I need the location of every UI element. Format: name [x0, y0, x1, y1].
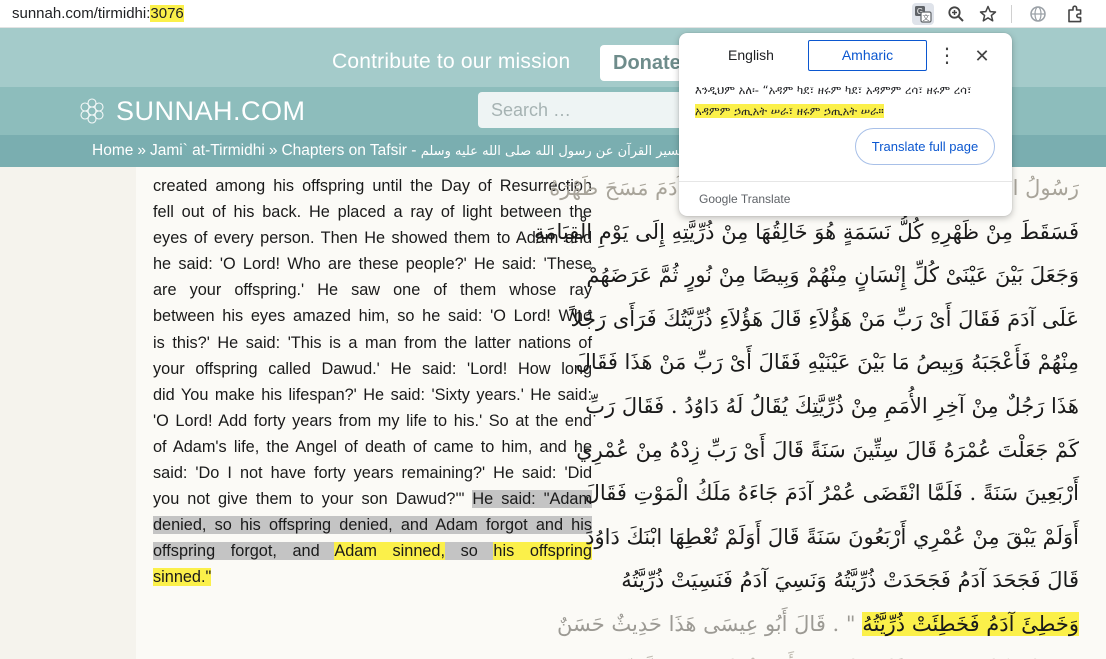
translate-footer: Google Translate [679, 181, 1012, 216]
more-options-icon[interactable]: ⋮ [937, 45, 957, 67]
extensions-icon[interactable] [1064, 3, 1086, 25]
arabic-line: وَجَعَلَ بَيْنَ عَيْنَىْ كُلِّ إِنْسَانٍ… [586, 263, 1079, 288]
globe-icon[interactable] [1027, 3, 1049, 25]
breadcrumb-separator: » [268, 142, 278, 159]
highlighted-text-span: sinned." [153, 568, 212, 587]
toolbar-divider [1011, 5, 1012, 23]
url-hadith-number: 3076 [150, 5, 184, 22]
breadcrumb: Home» Jami` at-Tirmidhi» Chapters on Tafsi… [92, 142, 705, 160]
selected-text-span: so [445, 542, 494, 561]
selected-text-span: denied, so his offspring denied, and Ada… [153, 516, 592, 535]
zoom-icon[interactable] [945, 3, 967, 25]
english-line: eyes of every person. Then He showed the… [153, 229, 592, 248]
english-line: said: 'Do I not have forty years remaini… [153, 464, 592, 483]
selected-text-span: He said: "Adam [472, 490, 593, 509]
breadcrumb-chapter[interactable]: Chapters on Tafsir - [281, 142, 420, 159]
address-bar-url[interactable]: sunnah.com/tirmidhi:3076 [12, 4, 184, 24]
arabic-line: أَوَلَمْ يَبْقَ مِنْ عُمْرِي أَرْبَعُونَ… [585, 524, 1079, 549]
english-line: of Adam's life, the Angel of death of ca… [153, 437, 592, 456]
selected-text-span: offspring forgot, and [153, 542, 335, 561]
highlighted-text-span: Adam sinned, [334, 542, 446, 561]
arabic-line: قَالَ فَجَحَدَ آدَمُ فَجَحَدَتْ ذُرِّيَّ… [621, 568, 1079, 593]
english-line: 'O Lord! Add forty years from my life to… [153, 411, 592, 430]
search-input[interactable]: Search … [478, 92, 698, 128]
arabic-line: كَمْ جَعَلْتَ عُمْرَهُ قَالَ سِتِّينَ سَ… [576, 437, 1079, 462]
arabic-text-span: " . قَالَ أَبُو عِيسَى هَذَا حَدِيثٌ حَس… [557, 611, 863, 636]
english-line: between his eyes amazed him, so he said:… [153, 307, 592, 326]
english-hadith-text: created among his offspring until the Da… [153, 173, 593, 591]
arabic-line: فَسَقَطَ مِنْ ظَهْرِهِ كُلُّ نَسَمَةٍ هُ… [534, 219, 1079, 244]
svg-text:文: 文 [923, 13, 930, 22]
mission-text: Contribute to our mission [332, 50, 571, 73]
arabic-line: عَلَى آدَمَ فَقَالَ أَىْ رَبِّ مَنْ هَؤُ… [570, 306, 1079, 331]
breadcrumb-collection[interactable]: Jami` at-Tirmidhi [150, 142, 265, 159]
translated-text-span: እንዲህም አለ፡- “አዳም ካደ፣ ዘሩም ካደ፣ አዳምም ረሳ፣ ዘሩም… [695, 83, 972, 97]
english-line: your offspring called Dawud.' He said: '… [153, 359, 592, 378]
breadcrumb-chapter-arabic[interactable]: ب تفسير القرآن عن رسول الله صلى الله علي… [421, 144, 706, 159]
arabic-line: مِنْهُمْ فَأَعْجَبَهُ وَبِيصُ مَا بَيْنَ… [575, 350, 1079, 375]
translate-icon[interactable]: G文 [912, 3, 934, 25]
tab-english[interactable]: English [693, 40, 809, 71]
donate-button[interactable]: Donate [600, 45, 686, 81]
arabic-line: صَحِيحٌ وَقَدْ رُوِيَ مِنْ غَيْرِ وَجْهٍ… [623, 647, 1079, 659]
english-line: you not give them to your son Dawud?'" H… [153, 486, 593, 512]
english-line: he said: 'O Lord! Who are these people?'… [153, 255, 592, 274]
english-line: offspring forgot, and Adam sinned, so hi… [153, 538, 592, 564]
english-line: created among his offspring until the Da… [153, 177, 592, 195]
english-line: did You make his lifespan?' He said: 'Si… [153, 385, 592, 404]
arabic-line: هَذَا رَجُلٌ مِنْ آخِرِ الأُمَمِ مِنْ ذُ… [585, 393, 1079, 418]
highlighted-text-span: his offspring [493, 542, 592, 561]
english-line: sinned." [153, 564, 592, 590]
translated-text: እንዲህም አለ፡- “አዳም ካደ፣ ዘሩም ካደ፣ አዳምም ረሳ፣ ዘሩም… [695, 80, 995, 122]
highlighted-text-span: وَخَطِئَ آدَمُ فَخَطِئَتْ ذُرِّيَّتُهُ [862, 611, 1079, 636]
logo-text: SUNNAH.COM [116, 95, 306, 126]
tab-amharic[interactable]: Amharic [808, 40, 927, 71]
english-text-span: you not give them to your son Dawud?'" [153, 490, 473, 509]
english-line: are your offspring.' He saw one of them … [153, 281, 592, 300]
logo-pattern-icon [80, 98, 104, 124]
arabic-hadith-text: رَسُولُ اللَّهِ صلى الله عليه وسلم لَمَّ… [534, 167, 1079, 659]
translate-full-page-button[interactable]: Translate full page [855, 128, 995, 165]
site-logo[interactable]: SUNNAH.COM [77, 95, 306, 127]
english-line: fell out of his back. He placed a ray of… [153, 203, 592, 222]
google-translate-label: Google Translate [699, 192, 791, 206]
english-line: denied, so his offspring denied, and Ada… [153, 512, 592, 538]
close-icon[interactable]: ✕ [971, 45, 993, 67]
breadcrumb-separator: » [137, 142, 146, 159]
highlighted-text-span: አዳምም ኃጢአት ሠራ፣ ዘሩም ኃጢአት ሠራ። [695, 104, 884, 118]
url-prefix: sunnah.com/tirmidhi: [12, 5, 151, 22]
translate-popup: English Amharic ⋮ ✕ እንዲህም አለ፡- “አዳም ካደ፣ … [679, 33, 1012, 216]
arabic-line: وَخَطِئَ آدَمُ فَخَطِئَتْ ذُرِّيَّتُهُ "… [557, 603, 1079, 647]
browser-toolbar: sunnah.com/tirmidhi:3076 G文 [0, 0, 1106, 28]
bookmark-star-icon[interactable] [977, 3, 999, 25]
arabic-line: أَرْبَعِينَ سَنَةً . فَلَمَّا انْقَضَى ع… [584, 481, 1079, 506]
english-line: is this?' He said: 'This is a man from t… [153, 333, 592, 352]
breadcrumb-home[interactable]: Home [92, 142, 133, 159]
